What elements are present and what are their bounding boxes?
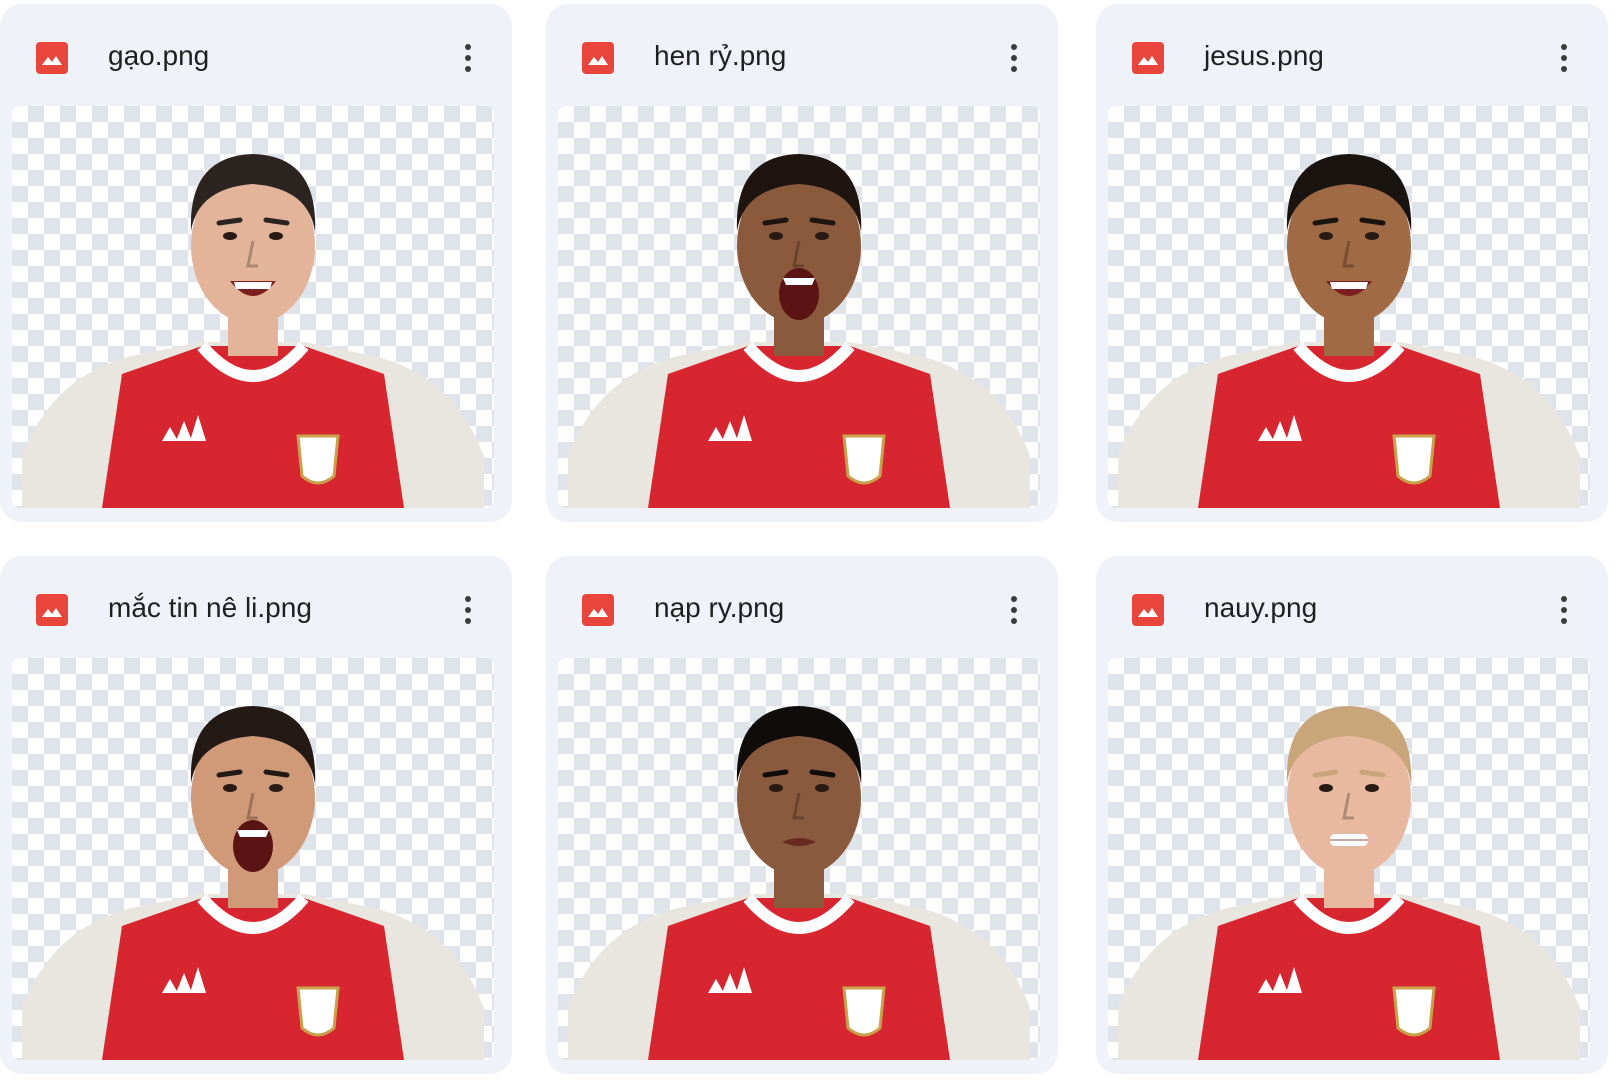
file-card-nauy[interactable]: nauy.png (1096, 556, 1608, 1074)
image-thumbnail[interactable] (12, 658, 494, 1060)
file-name: mắc tin nê li.png (108, 592, 312, 623)
file-card-hen-ry[interactable]: hen rỷ.png (546, 4, 1058, 522)
file-card-header: mắc tin nê li.png (0, 556, 512, 656)
player-portrait (22, 706, 484, 1060)
player-portrait (568, 706, 1030, 1060)
image-thumbnail[interactable] (558, 658, 1040, 1060)
file-card-header: gạo.png (0, 4, 512, 104)
file-card-header: hen rỷ.png (546, 4, 1058, 104)
file-name: gạo.png (108, 40, 210, 71)
player-portrait (1118, 154, 1580, 508)
file-name: nạp ry.png (654, 592, 785, 623)
file-card-mac-tin-ne-li[interactable]: mắc tin nê li.png (0, 556, 512, 1074)
file-card-header: nauy.png (1096, 556, 1608, 656)
image-file-icon (1132, 42, 1164, 74)
player-portrait (1118, 706, 1580, 1060)
more-vert-icon[interactable] (454, 588, 482, 632)
file-card-nap-ry[interactable]: nạp ry.png (546, 556, 1058, 1074)
more-vert-icon[interactable] (1550, 588, 1578, 632)
file-grid: gạo.png hen rỷ.png jesus.png mắc tin nê … (0, 0, 1619, 1080)
more-vert-icon[interactable] (1550, 36, 1578, 80)
more-vert-icon[interactable] (1000, 36, 1028, 80)
more-vert-icon[interactable] (454, 36, 482, 80)
image-file-icon (582, 594, 614, 626)
image-file-icon (1132, 594, 1164, 626)
player-portrait (22, 154, 484, 508)
file-card-gao[interactable]: gạo.png (0, 4, 512, 522)
file-card-header: jesus.png (1096, 4, 1608, 104)
more-vert-icon[interactable] (1000, 588, 1028, 632)
image-thumbnail[interactable] (558, 106, 1040, 508)
player-portrait (568, 154, 1030, 508)
image-thumbnail[interactable] (1108, 106, 1590, 508)
file-card-header: nạp ry.png (546, 556, 1058, 656)
image-file-icon (582, 42, 614, 74)
file-name: hen rỷ.png (654, 40, 787, 71)
image-file-icon (36, 42, 68, 74)
file-card-jesus[interactable]: jesus.png (1096, 4, 1608, 522)
image-thumbnail[interactable] (12, 106, 494, 508)
image-file-icon (36, 594, 68, 626)
file-name: jesus.png (1204, 40, 1324, 71)
file-name: nauy.png (1204, 592, 1318, 623)
image-thumbnail[interactable] (1108, 658, 1590, 1060)
